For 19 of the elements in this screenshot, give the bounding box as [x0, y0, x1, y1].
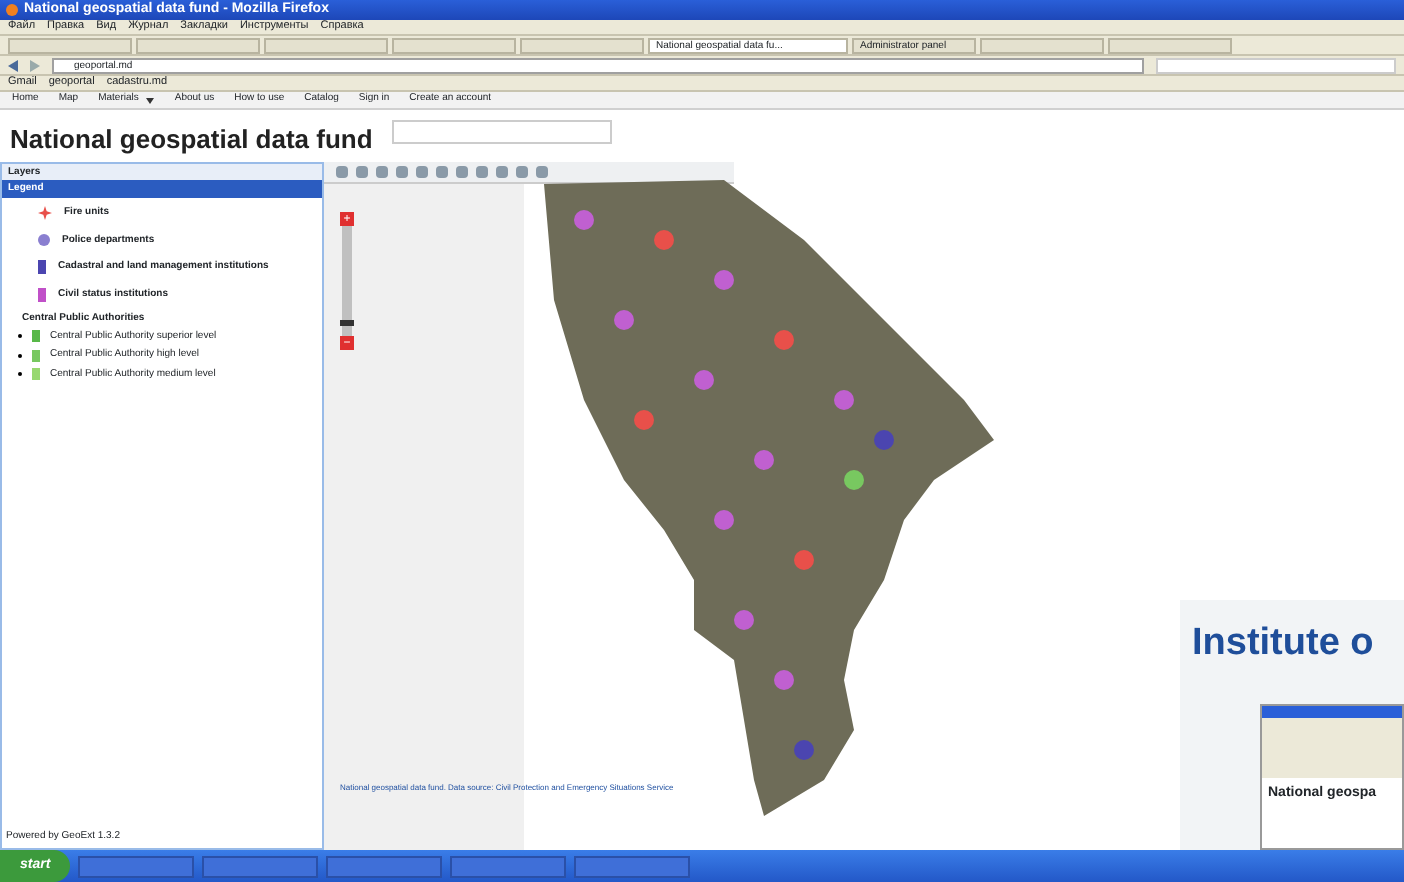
page-title: National geospatial data fund [10, 122, 373, 158]
browser-search-field[interactable] [1156, 57, 1396, 73]
taskbar-window-button[interactable] [78, 855, 195, 877]
taskbar-window-button[interactable] [450, 855, 567, 877]
browser-tab[interactable] [520, 37, 644, 53]
browser-tab[interactable] [264, 37, 388, 53]
taskbar-window-button[interactable] [326, 855, 443, 877]
site-search-field[interactable] [392, 120, 613, 144]
thumbnail-toolbar [1262, 718, 1402, 778]
browser-tab[interactable] [1108, 37, 1232, 53]
browser-tab[interactable] [136, 37, 260, 53]
taskbar-window-button[interactable] [574, 855, 691, 877]
firefox-icon [6, 4, 18, 16]
taskbar-window-button[interactable] [202, 855, 319, 877]
browser-tab[interactable] [392, 37, 516, 53]
zoom-slider-thumb[interactable] [340, 319, 354, 326]
browser-tab[interactable] [980, 37, 1104, 53]
slide-heading: Institute o [1192, 620, 1374, 668]
thumbnail-title-bar [1262, 706, 1402, 718]
